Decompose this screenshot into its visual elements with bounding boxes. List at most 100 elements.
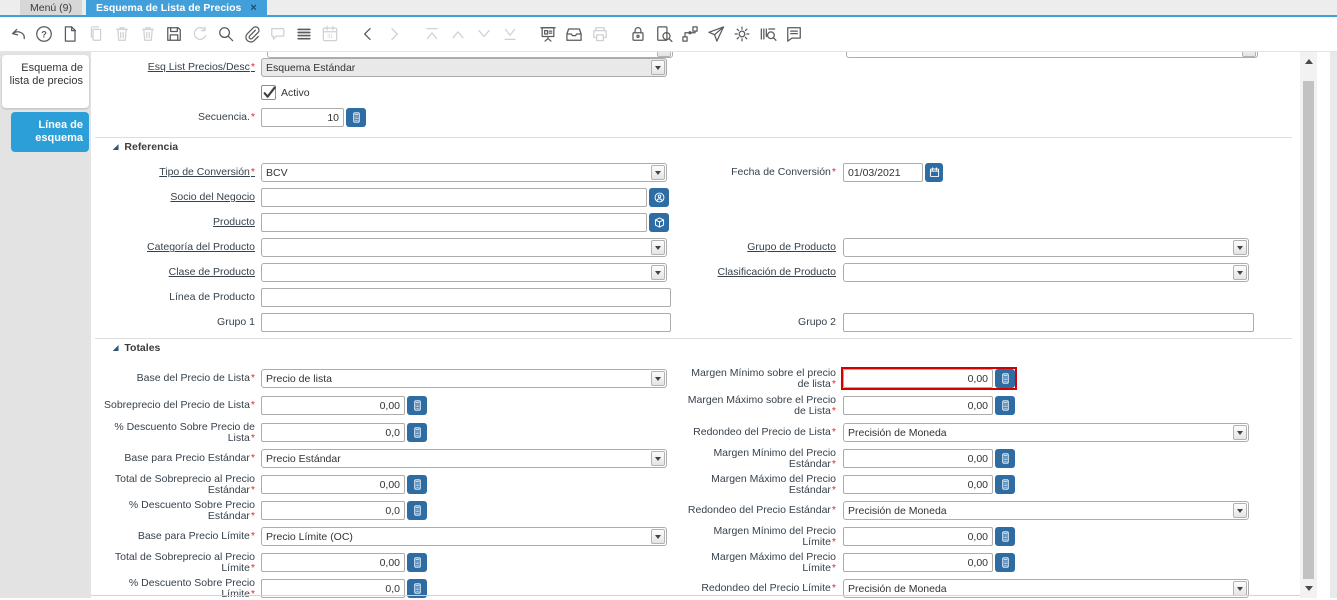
- secuencia-input[interactable]: [261, 108, 344, 127]
- dropdown-arrow-icon[interactable]: [1233, 581, 1247, 596]
- business-partner-search-button[interactable]: [649, 188, 669, 207]
- memo-icon[interactable]: [782, 22, 806, 46]
- previous-record-icon[interactable]: [356, 22, 380, 46]
- grupo1-input[interactable]: [261, 313, 671, 332]
- total-sobreprecio-limite-input[interactable]: [261, 553, 405, 572]
- tab-menu[interactable]: Menú (9): [20, 0, 83, 15]
- grupo-producto-select[interactable]: [843, 238, 1249, 257]
- clasificacion-producto-label[interactable]: Clasificación de Producto: [677, 267, 843, 278]
- save-icon[interactable]: [162, 22, 186, 46]
- dropdown-arrow-icon[interactable]: [1233, 265, 1247, 280]
- calculator-button[interactable]: [995, 553, 1015, 572]
- margen-min-lista-input[interactable]: [843, 369, 993, 388]
- find-icon[interactable]: [214, 22, 238, 46]
- section-header-referencia[interactable]: ◢ Referencia: [113, 141, 1300, 153]
- base-precio-lista-select[interactable]: Precio de lista: [261, 369, 667, 388]
- lock-icon[interactable]: [626, 22, 650, 46]
- sidebar-tab-linea-esquema[interactable]: Línea de esquema: [11, 112, 89, 152]
- esq-list-label[interactable]: Esq List Precios/Desc*: [95, 62, 261, 73]
- calculator-button[interactable]: [407, 553, 427, 572]
- base-precio-estandar-select[interactable]: Precio Estándar: [261, 449, 667, 468]
- calculator-button[interactable]: [995, 527, 1015, 546]
- close-tab-icon[interactable]: ×: [250, 3, 256, 14]
- dropdown-arrow-icon[interactable]: [651, 165, 665, 180]
- new-record-icon[interactable]: [58, 22, 82, 46]
- toggle-grid-icon[interactable]: [292, 22, 316, 46]
- margen-max-estandar-label: Margen Máximo del Precio Estándar*: [711, 473, 836, 496]
- fecha-conversion-input[interactable]: [843, 163, 923, 182]
- tab-esquema-lista-precios[interactable]: Esquema de Lista de Precios ×: [86, 0, 267, 15]
- esq-list-select[interactable]: Esquema Estándar: [261, 58, 667, 77]
- calculator-button[interactable]: [346, 108, 366, 127]
- required-marker: *: [250, 61, 255, 74]
- calculator-button[interactable]: [407, 475, 427, 494]
- producto-label[interactable]: Producto: [95, 217, 261, 228]
- sobreprecio-lista-input[interactable]: [261, 396, 405, 415]
- zoom-across-icon[interactable]: [652, 22, 676, 46]
- calculator-button[interactable]: [407, 396, 427, 415]
- margen-max-lista-input[interactable]: [843, 396, 993, 415]
- scroll-up-icon[interactable]: [1301, 54, 1316, 68]
- categoria-producto-select[interactable]: [261, 238, 667, 257]
- vertical-scrollbar[interactable]: [1300, 52, 1317, 598]
- scroll-down-icon[interactable]: [1301, 582, 1316, 596]
- form-row: Secuencia.*: [91, 108, 1300, 127]
- clase-producto-select[interactable]: [261, 263, 667, 282]
- clase-producto-label[interactable]: Clase de Producto: [95, 267, 261, 278]
- product-attribute-icon[interactable]: [756, 22, 780, 46]
- dropdown-arrow-icon[interactable]: [651, 529, 665, 544]
- linea-producto-input[interactable]: [261, 288, 671, 307]
- total-sobreprecio-estandar-input[interactable]: [261, 475, 405, 494]
- categoria-producto-label[interactable]: Categoría del Producto: [95, 242, 261, 253]
- dropdown-arrow-icon[interactable]: [651, 265, 665, 280]
- margen-max-limite-input[interactable]: [843, 553, 993, 572]
- calculator-button[interactable]: [995, 396, 1015, 415]
- undo-changes-icon[interactable]: [6, 22, 30, 46]
- margen-min-estandar-input[interactable]: [843, 449, 993, 468]
- dropdown-arrow-icon[interactable]: [651, 240, 665, 255]
- dropdown-arrow-icon[interactable]: [1233, 503, 1247, 518]
- workflow-icon[interactable]: [678, 22, 702, 46]
- margen-max-estandar-input[interactable]: [843, 475, 993, 494]
- process-icon[interactable]: [730, 22, 754, 46]
- activo-checkbox[interactable]: [261, 85, 276, 100]
- report-icon[interactable]: [536, 22, 560, 46]
- calendar-button[interactable]: [925, 163, 943, 182]
- grupo1-label: Grupo 1: [217, 316, 255, 329]
- tipo-conversion-label[interactable]: Tipo de Conversión*: [95, 167, 261, 178]
- help-icon[interactable]: ?: [32, 22, 56, 46]
- socio-negocio-label[interactable]: Socio del Negocio: [95, 192, 261, 203]
- dropdown-arrow-icon[interactable]: [1233, 425, 1247, 440]
- clasificacion-producto-select[interactable]: [843, 263, 1249, 282]
- attachment-icon[interactable]: [240, 22, 264, 46]
- redondeo-lista-select[interactable]: Precisión de Moneda: [843, 423, 1249, 442]
- dropdown-arrow-icon[interactable]: [651, 451, 665, 466]
- product-search-button[interactable]: [649, 213, 669, 232]
- dropdown-arrow-icon[interactable]: [651, 371, 665, 386]
- section-header-totales[interactable]: ◢ Totales: [113, 342, 1300, 354]
- calculator-button[interactable]: [407, 501, 427, 520]
- calculator-button[interactable]: [995, 369, 1015, 388]
- dropdown-arrow-icon[interactable]: [1233, 240, 1247, 255]
- tipo-conversion-select[interactable]: BCV: [261, 163, 667, 182]
- scrollbar-thumb[interactable]: [1303, 81, 1314, 579]
- calculator-button[interactable]: [995, 475, 1015, 494]
- dropdown-arrow-icon[interactable]: [651, 60, 665, 75]
- calculator-button[interactable]: [995, 449, 1015, 468]
- desc-estandar-input[interactable]: [261, 501, 405, 520]
- socio-negocio-input[interactable]: [261, 188, 647, 207]
- required-marker: *: [831, 504, 836, 517]
- base-precio-limite-select[interactable]: Precio Límite (OC): [261, 527, 667, 546]
- margen-min-limite-input[interactable]: [843, 527, 993, 546]
- grupo2-input[interactable]: [843, 313, 1254, 332]
- producto-input[interactable]: [261, 213, 647, 232]
- svg-text:?: ?: [41, 30, 47, 40]
- send-request-icon[interactable]: [704, 22, 728, 46]
- desc-lista-input[interactable]: [261, 423, 405, 442]
- sidebar-tab-esquema-lista-precios[interactable]: Esquema de lista de precios: [2, 55, 89, 108]
- grupo-producto-label[interactable]: Grupo de Producto: [677, 242, 843, 253]
- partial-field-top-right: [846, 52, 1258, 58]
- redondeo-estandar-select[interactable]: Precisión de Moneda: [843, 501, 1249, 520]
- archive-icon[interactable]: [562, 22, 586, 46]
- calculator-button[interactable]: [407, 423, 427, 442]
